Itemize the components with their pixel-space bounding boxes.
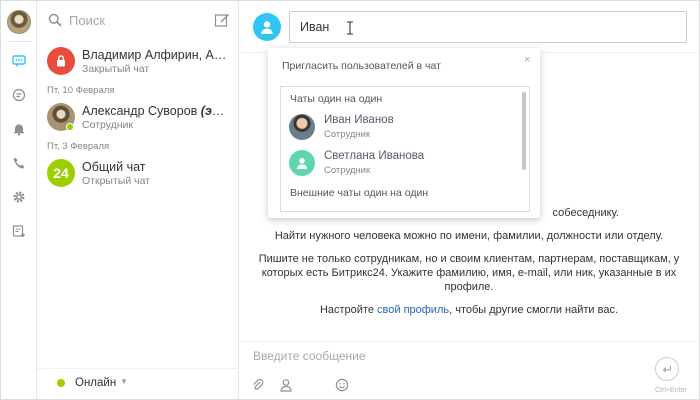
message-input[interactable]: Введите сообщение [253,349,366,363]
status-label: Онлайн [75,377,117,389]
settings-icon[interactable] [11,189,27,205]
person-role: Сотрудник [324,129,371,140]
text-cursor-icon [347,21,353,35]
close-icon[interactable]: × [524,54,530,66]
invite-results-list: Чаты один на один Иван Иванов Сотрудник … [280,86,530,212]
person-name: Светлана Иванова [324,150,425,162]
online-status-dot [57,379,65,387]
search-bar [37,1,239,39]
mention-user-icon[interactable] [279,378,293,392]
compose-icon[interactable] [214,12,230,28]
profile-hint: Настройте свой профиль, чтобы другие смо… [319,304,619,316]
notifications-icon[interactable] [11,121,27,137]
list-item[interactable]: Иван Иванов Сотрудник [289,112,509,144]
send-button[interactable] [655,357,679,381]
recent-chats-panel: Владимир Алфирин, Алексей Закрытый чат П… [37,1,239,399]
chat-subtitle: Сотрудник [82,119,134,131]
profile-link[interactable]: свой профиль [377,304,449,316]
avatar [289,114,315,140]
my-avatar[interactable] [7,10,31,34]
chat-item-closed[interactable]: Владимир Алфирин, Алексей Закрытый чат [37,43,239,83]
chevron-down-icon: ▼ [120,377,128,386]
phone-icon[interactable] [11,155,27,171]
hint-text: Найти нужного человека можно по имени, ф… [274,230,664,242]
search-input[interactable] [69,11,199,29]
person-name: Иван Иванов [324,114,394,126]
online-indicator [66,123,74,131]
enter-icon [662,365,672,373]
dialog-header [239,1,699,53]
person-role: Сотрудник [324,165,371,176]
date-separator: Пт, 3 Февраля [47,141,110,152]
empty-dialog-hints: собеседнику. Найти нужного человека можн… [239,206,699,326]
popup-title: Пригласить пользователей в чат [282,60,441,72]
chat-subtitle: Закрытый чат [82,63,150,75]
avatar [47,47,75,75]
new-chat-list-icon[interactable] [11,223,27,239]
user-icon [289,150,315,176]
invite-popup: Пригласить пользователей в чат × Чаты од… [268,48,540,218]
list-item[interactable]: Светлана Иванова Сотрудник [289,148,509,180]
lock-icon [57,55,65,67]
chat-item-self[interactable]: Александр Суворов (это вы) Сотрудник [37,99,239,139]
chat-name: Владимир Алфирин, Алексей [82,48,232,62]
date-separator: Пт, 10 Февраля [47,85,115,96]
section-heading: Внешние чаты один на один [290,187,429,199]
user-icon [253,13,281,41]
left-rail [1,1,37,399]
attach-icon[interactable] [251,378,265,392]
status-selector[interactable]: Онлайн ▼ [37,368,239,398]
scrollbar[interactable] [522,92,526,170]
chat-item-general[interactable]: 24 Общий чат Открытый чат [37,155,239,195]
chat-name: Общий чат [82,160,146,174]
open-lines-icon[interactable] [11,87,27,103]
section-heading: Чаты один на один [290,93,383,105]
chat-name: Александр Суворов (это вы) [82,104,232,118]
search-icon [48,13,62,27]
hint-text: Пишите не только сотрудникам, но и своим… [258,253,680,293]
send-shortcut-hint: Ctrl+Enter [655,387,687,394]
message-composer[interactable]: Введите сообщение Ctrl+Enter [239,341,699,399]
chat-subtitle: Открытый чат [82,175,150,187]
chat-icon[interactable] [11,53,27,69]
rail-divider [7,41,31,42]
smile-icon[interactable] [335,378,349,392]
avatar: 24 [47,159,75,187]
